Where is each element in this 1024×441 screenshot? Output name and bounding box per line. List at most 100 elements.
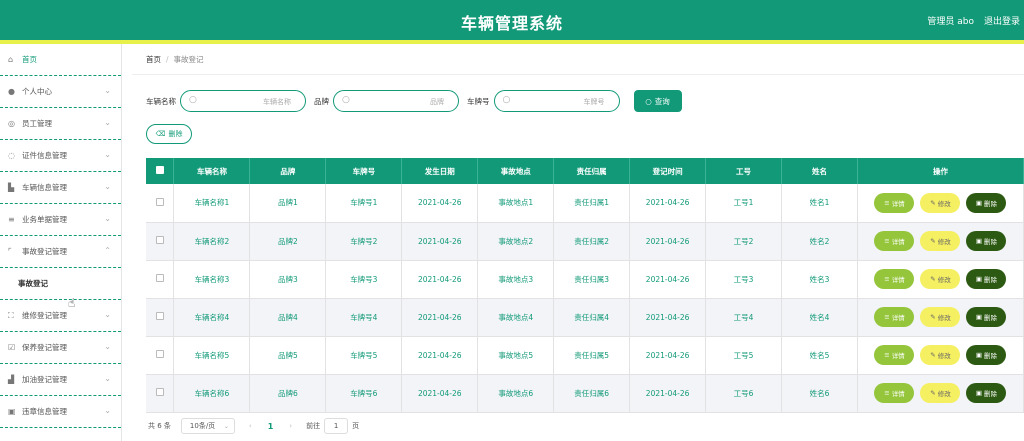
- sidebar-item-violations[interactable]: ▣ 违章信息管理 ⌄: [0, 396, 121, 428]
- plate-input[interactable]: ○ 车牌号: [493, 90, 620, 112]
- sidebar-item-vehicles[interactable]: ▙ 车辆信息管理 ⌄: [0, 172, 121, 204]
- edit-button[interactable]: ✎ 修改: [920, 383, 961, 403]
- edit-button[interactable]: ✎ 修改: [920, 345, 961, 365]
- row-select-cell[interactable]: [146, 260, 175, 299]
- search-icon: ○: [342, 95, 350, 105]
- search-icon: ○: [189, 95, 197, 105]
- table-cell: 车辆名称4: [173, 298, 251, 337]
- page-number[interactable]: 1: [268, 422, 274, 431]
- table-body: 车辆名称1 品牌1 车牌号1 2021-04-26 事故地点1 责任归属1 2021-04-…: [146, 184, 1024, 413]
- delete-button[interactable]: ▣ 删除: [966, 307, 1007, 327]
- edit-button[interactable]: ✎ 修改: [920, 192, 961, 213]
- edit-icon: ✎: [930, 237, 936, 245]
- table-cell: 事故地点2: [477, 222, 555, 261]
- sidebar-item-accidents[interactable]: ⌜ 事故登记管理 ⌃: [0, 236, 121, 268]
- row-select-cell[interactable]: [146, 298, 175, 337]
- table-cell: 车牌号6: [325, 374, 403, 413]
- table-cell: 品牌4: [249, 298, 327, 337]
- page-size-select[interactable]: 10条/页 ⌄: [180, 418, 235, 434]
- sidebar-item-id-cards[interactable]: ◌ 证件信息管理 ⌄: [0, 140, 121, 172]
- breadcrumb-home[interactable]: 首页: [146, 55, 161, 64]
- brand-input[interactable]: ○ 品牌: [333, 90, 459, 112]
- sidebar-item-fuel[interactable]: ▟ 加油登记管理 ⌄: [0, 364, 121, 396]
- detail-button[interactable]: ≡ 详情: [874, 231, 915, 251]
- next-page-button[interactable]: ›: [289, 422, 292, 430]
- select-all-cell[interactable]: [146, 158, 175, 184]
- table-cell: 2021-04-26: [629, 260, 707, 299]
- delete-button[interactable]: ▣ 删除: [966, 231, 1007, 251]
- sidebar-subitem-accident-register[interactable]: 事故登记: [0, 268, 121, 300]
- sidebar-item-maintenance[interactable]: ☑ 保养登记管理 ⌄: [0, 332, 121, 364]
- table-cell: 品牌6: [249, 374, 327, 413]
- table-cell: 姓名5: [781, 336, 858, 375]
- table-cell: 品牌2: [249, 222, 327, 261]
- row-checkbox[interactable]: [155, 236, 164, 244]
- detail-icon: ≡: [884, 198, 890, 207]
- sidebar-item-documents[interactable]: ≡ 业务单据管理 ⌄: [0, 204, 121, 236]
- row-checkbox[interactable]: [155, 274, 164, 282]
- edit-button[interactable]: ✎ 修改: [920, 231, 961, 251]
- delete-button[interactable]: ▣ 删除: [966, 383, 1007, 403]
- prev-page-button[interactable]: ‹: [249, 422, 252, 430]
- detail-label: 详情: [891, 314, 905, 322]
- table-cell: 车牌号3: [325, 260, 403, 299]
- chevron-up-icon: ⌃: [104, 246, 111, 255]
- delete-button[interactable]: ▣ 删除: [966, 269, 1007, 289]
- pagination: 共 6 条 10条/页 ⌄ ‹ 1 › 前往 1 页: [148, 418, 359, 434]
- sidebar-item-label: 违章信息管理: [22, 407, 67, 416]
- table-cell: 事故地点4: [477, 298, 555, 337]
- batch-delete-button[interactable]: ⌫ 删除: [146, 124, 192, 144]
- row-checkbox[interactable]: [155, 312, 164, 320]
- row-checkbox[interactable]: [155, 350, 164, 358]
- detail-button[interactable]: ≡ 详情: [874, 345, 915, 365]
- delete-button[interactable]: ▣ 删除: [966, 192, 1007, 213]
- table-cell: 工号6: [705, 374, 783, 413]
- row-select-cell[interactable]: [146, 222, 175, 261]
- delete-button[interactable]: ▣ 删除: [966, 345, 1007, 365]
- actions-cell: ≡ 详情 ✎ 修改 ▣ 删除: [857, 184, 1024, 223]
- table-cell: 品牌3: [249, 260, 327, 299]
- goto-input[interactable]: 1: [324, 418, 349, 434]
- sidebar-item-label: 个人中心: [22, 87, 52, 96]
- table-cell: 车辆名称3: [173, 260, 251, 299]
- logout-link[interactable]: 退出登录: [984, 14, 1020, 27]
- query-button[interactable]: ○ 查询: [633, 90, 682, 112]
- sidebar-item-profile[interactable]: ● 个人中心 ⌄: [0, 76, 121, 108]
- table-row: 车辆名称6 品牌6 车牌号6 2021-04-26 事故地点6 责任归属6 2021-04-…: [146, 374, 1024, 413]
- chevron-down-icon: ⌄: [104, 342, 111, 351]
- edit-icon: ✎: [930, 351, 936, 359]
- sidebar-item-staff[interactable]: ◎ 员工管理 ⌄: [0, 108, 121, 140]
- page-size-value: 10条/页: [189, 422, 216, 430]
- sidebar-item-repairs[interactable]: ⛶ 维修登记管理 ⌄: [0, 300, 121, 332]
- detail-button[interactable]: ≡ 详情: [874, 192, 915, 213]
- chevron-down-icon: ⌄: [104, 310, 111, 319]
- hand-cursor-icon: ☝: [68, 296, 76, 310]
- table-cell: 2021-04-26: [401, 374, 479, 413]
- sidebar-item-label: 事故登记: [18, 279, 48, 288]
- edit-button[interactable]: ✎ 修改: [920, 269, 961, 289]
- detail-label: 详情: [891, 390, 905, 398]
- violation-icon: ▣: [8, 407, 16, 416]
- column-header: 工号: [705, 158, 783, 184]
- detail-button[interactable]: ≡ 详情: [874, 307, 915, 327]
- edit-button[interactable]: ✎ 修改: [920, 307, 961, 327]
- detail-button[interactable]: ≡ 详情: [874, 269, 915, 289]
- row-select-cell[interactable]: [146, 336, 175, 375]
- select-all-checkbox[interactable]: [155, 166, 164, 174]
- trash-icon: ▣: [975, 389, 983, 397]
- row-select-cell[interactable]: [146, 374, 175, 413]
- sidebar-item-home[interactable]: ⌂ 首页: [0, 44, 121, 76]
- table-cell: 车牌号5: [325, 336, 403, 375]
- detail-button[interactable]: ≡ 详情: [874, 383, 915, 403]
- actions-cell: ≡ 详情 ✎ 修改 ▣ 删除: [857, 336, 1024, 375]
- list-icon: ≡: [8, 215, 15, 224]
- row-select-cell[interactable]: [146, 184, 175, 223]
- search-icon: ○: [645, 96, 652, 106]
- table-cell: 车牌号4: [325, 298, 403, 337]
- row-checkbox[interactable]: [155, 388, 164, 396]
- car-name-input[interactable]: ○ 车辆名称: [180, 90, 306, 112]
- actions-cell: ≡ 详情 ✎ 修改 ▣ 删除: [857, 374, 1024, 413]
- detail-label: 详情: [891, 238, 905, 246]
- row-checkbox[interactable]: [155, 197, 164, 206]
- table-cell: 责任归属2: [553, 222, 631, 261]
